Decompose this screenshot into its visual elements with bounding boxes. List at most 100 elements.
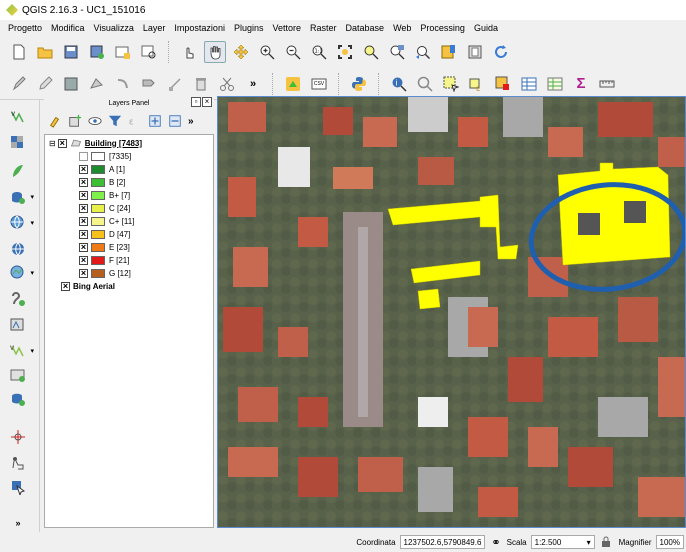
menu-progetto[interactable]: Progetto: [8, 23, 42, 33]
zoom-native-button[interactable]: 1:1: [308, 41, 330, 63]
float-panel-button[interactable]: ▫: [191, 97, 201, 107]
cut-features-button[interactable]: [216, 73, 238, 95]
open-project-button[interactable]: [34, 41, 56, 63]
menu-visualizza[interactable]: Visualizza: [94, 23, 134, 33]
add-part-button[interactable]: [112, 73, 134, 95]
new-project-button[interactable]: [8, 41, 30, 63]
add-oracle-layer-button[interactable]: [6, 364, 30, 386]
menu-guida[interactable]: Guida: [474, 23, 498, 33]
select-by-expression-button[interactable]: ε: [466, 73, 488, 95]
class-checkbox[interactable]: ×: [79, 229, 88, 239]
eye-icon[interactable]: [88, 114, 102, 128]
legend-item-2[interactable]: × B [2]: [79, 176, 125, 188]
add-vector-layer-button[interactable]: V: [6, 106, 30, 128]
new-shapefile-button[interactable]: V ▾: [6, 340, 34, 362]
menu-vettore[interactable]: Vettore: [272, 23, 301, 33]
legend-item-5[interactable]: × C+ [11]: [79, 215, 134, 227]
identify-button[interactable]: i: [388, 73, 410, 95]
filter-legend-icon[interactable]: [108, 114, 122, 128]
new-bookmark-button[interactable]: [438, 41, 460, 63]
save-as-button[interactable]: [86, 41, 108, 63]
class-checkbox[interactable]: ×: [79, 203, 88, 213]
layer-visibility-checkbox[interactable]: ×: [61, 281, 70, 291]
class-checkbox[interactable]: ×: [79, 177, 88, 187]
class-checkbox[interactable]: ×: [79, 255, 88, 265]
expand-all-icon[interactable]: [148, 114, 162, 128]
layer-row-building[interactable]: ⊟ × Building [7483]: [49, 137, 142, 149]
current-edits-button[interactable]: [8, 73, 30, 95]
pan-to-selection-button[interactable]: [230, 41, 252, 63]
zoom-full-button[interactable]: [334, 41, 356, 63]
zoom-last-button[interactable]: [412, 41, 434, 63]
paint-brush-icon[interactable]: [48, 114, 62, 128]
map-canvas[interactable]: [217, 96, 686, 528]
add-virtual-layer-button[interactable]: [6, 314, 30, 336]
add-gpx-button[interactable]: [6, 452, 30, 474]
zoom-to-selection-button[interactable]: [360, 41, 382, 63]
add-wms-layer-button[interactable]: ▾: [6, 212, 34, 234]
add-gps-layer-button[interactable]: [6, 426, 30, 448]
touch-zoom-pan-button[interactable]: [178, 41, 200, 63]
toolbar-expand-button[interactable]: »: [6, 512, 30, 534]
add-feature-button[interactable]: [86, 73, 108, 95]
select-features-button[interactable]: [440, 73, 462, 95]
run-feature-action-button[interactable]: [414, 73, 436, 95]
class-checkbox[interactable]: ×: [79, 242, 88, 252]
menu-plugins[interactable]: Plugins: [234, 23, 264, 33]
lock-icon[interactable]: [601, 536, 611, 549]
extents-toggle-icon[interactable]: ⚭: [491, 536, 500, 549]
refresh-button[interactable]: [490, 41, 512, 63]
filter-expression-icon[interactable]: ε: [128, 114, 142, 128]
move-feature-button[interactable]: [138, 73, 160, 95]
legend-item-3[interactable]: × B+ [7]: [79, 189, 130, 201]
zoom-in-button[interactable]: [256, 41, 278, 63]
add-postgis-layer-button[interactable]: ▾: [6, 186, 34, 208]
toggle-editing-button[interactable]: [34, 73, 56, 95]
node-tool-button[interactable]: [164, 73, 186, 95]
menu-database[interactable]: Database: [346, 23, 385, 33]
menu-impostazioni[interactable]: Impostazioni: [174, 23, 225, 33]
add-raster-layer-button[interactable]: [6, 132, 30, 154]
save-edits-button[interactable]: [60, 73, 82, 95]
add-spatialite-layer-button[interactable]: [6, 160, 30, 182]
show-bookmarks-button[interactable]: [464, 41, 486, 63]
add-group-icon[interactable]: [68, 114, 82, 128]
scale-combobox[interactable]: 1:2.500 ▾: [530, 535, 595, 549]
new-print-composer-button[interactable]: [112, 41, 134, 63]
legend-item-9[interactable]: × G [12]: [79, 267, 131, 279]
attribute-table-button[interactable]: [518, 73, 540, 95]
add-gpx-track-button[interactable]: [6, 476, 30, 498]
menu-raster[interactable]: Raster: [310, 23, 337, 33]
save-project-button[interactable]: [60, 41, 82, 63]
legend-item-1[interactable]: × A [1]: [79, 163, 125, 175]
pan-map-button[interactable]: [204, 41, 226, 63]
add-delimited-text-button[interactable]: [6, 288, 30, 310]
csv-button[interactable]: CSV: [308, 73, 330, 95]
layer-visibility-checkbox[interactable]: ×: [57, 138, 67, 148]
panel-more-icon[interactable]: »: [188, 116, 194, 127]
legend-item-7[interactable]: × E [23]: [79, 241, 130, 253]
measure-button[interactable]: [596, 73, 618, 95]
zoom-out-button[interactable]: [282, 41, 304, 63]
more-tools-button[interactable]: »: [242, 73, 264, 95]
plugin-button[interactable]: [282, 73, 304, 95]
collapse-toggle-icon[interactable]: ⊟: [49, 139, 56, 148]
layer-row-bing-aerial[interactable]: × Bing Aerial: [61, 280, 115, 292]
composer-manager-button[interactable]: [138, 41, 160, 63]
coordinate-field[interactable]: 1237502.6,5790849.6: [399, 535, 486, 549]
field-calculator-button[interactable]: [544, 73, 566, 95]
delete-selected-button[interactable]: [190, 73, 212, 95]
python-console-button[interactable]: [348, 73, 370, 95]
add-wfs-layer-button[interactable]: ▾: [6, 262, 34, 284]
legend-item-6[interactable]: × D [47]: [79, 228, 130, 240]
class-checkbox[interactable]: ×: [79, 216, 88, 226]
class-checkbox[interactable]: [79, 151, 88, 161]
collapse-all-icon[interactable]: [168, 114, 182, 128]
menu-web[interactable]: Web: [393, 23, 411, 33]
close-panel-button[interactable]: ×: [202, 97, 212, 107]
class-checkbox[interactable]: ×: [79, 164, 88, 174]
legend-item-4[interactable]: × C [24]: [79, 202, 130, 214]
add-mssql-layer-button[interactable]: [6, 388, 30, 410]
statistics-button[interactable]: Σ: [570, 73, 592, 95]
legend-item-0[interactable]: [7335]: [79, 150, 131, 162]
